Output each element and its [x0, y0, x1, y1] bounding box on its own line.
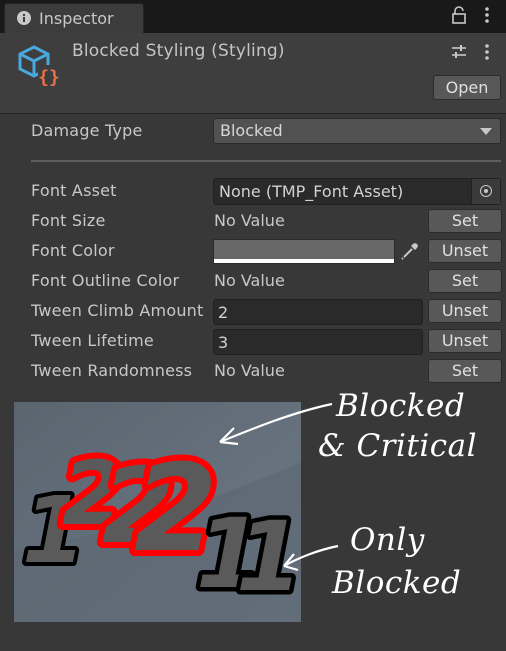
tab-label: Inspector — [39, 9, 114, 28]
damage-type-dropdown[interactable]: Blocked — [213, 118, 501, 144]
annotation-blocked-critical-line2: & Critical — [318, 428, 478, 464]
damage-type-value: Blocked — [220, 121, 283, 140]
font-asset-field[interactable]: None (TMP_Font Asset) — [213, 178, 501, 205]
scriptable-object-icon: {} — [18, 45, 60, 88]
divider — [31, 160, 501, 162]
font-size-label: Font Size — [31, 211, 106, 230]
tween-climb-value: 2 — [218, 303, 229, 322]
asset-header: {} Blocked Styling (Styling) — [0, 33, 506, 114]
annotation-only-blocked-line2: Blocked — [332, 565, 462, 601]
annotation-blocked-critical-line1: Blocked — [336, 388, 466, 424]
tween-lifetime-input[interactable]: 3 — [213, 329, 423, 355]
tab-bar: Inspector — [0, 0, 506, 33]
tween-lifetime-label: Tween Lifetime — [31, 331, 154, 350]
tween-climb-unset-button[interactable]: Unset — [428, 299, 502, 323]
info-icon — [17, 11, 31, 25]
asset-title: Blocked Styling (Styling) — [72, 41, 285, 61]
font-outline-color-value: No Value — [214, 271, 285, 290]
header-tools — [452, 43, 494, 61]
tween-randomness-set-button[interactable]: Set — [428, 359, 502, 383]
kebab-menu-icon[interactable] — [480, 6, 494, 24]
font-color-swatch[interactable] — [213, 239, 395, 264]
tab-tools — [452, 6, 494, 24]
eyedropper-icon[interactable] — [396, 239, 422, 264]
svg-text:{}: {} — [38, 67, 60, 88]
preset-sliders-icon[interactable] — [452, 43, 466, 61]
annotation-only-blocked-line1: Only — [350, 522, 425, 558]
font-asset-value: None (TMP_Font Asset) — [219, 182, 404, 201]
font-size-value: No Value — [214, 211, 285, 230]
lock-icon[interactable] — [452, 6, 466, 24]
tween-randomness-value: No Value — [214, 361, 285, 380]
font-outline-color-set-button[interactable]: Set — [428, 269, 502, 293]
object-picker-icon[interactable] — [471, 179, 500, 204]
tween-climb-label: Tween Climb Amount — [31, 301, 204, 320]
kebab-menu-icon[interactable] — [480, 43, 494, 61]
font-color-label: Font Color — [31, 241, 115, 260]
open-button[interactable]: Open — [433, 75, 501, 100]
font-color-unset-button[interactable]: Unset — [428, 239, 502, 263]
tween-randomness-label: Tween Randomness — [31, 361, 193, 380]
damage-type-label: Damage Type — [31, 121, 143, 140]
tween-climb-input[interactable]: 2 — [213, 299, 423, 325]
tween-lifetime-value: 3 — [218, 333, 229, 352]
font-size-set-button[interactable]: Set — [428, 209, 502, 233]
font-asset-label: Font Asset — [31, 181, 117, 200]
font-outline-color-label: Font Outline Color — [31, 271, 180, 290]
tween-lifetime-unset-button[interactable]: Unset — [428, 329, 502, 353]
tab-inspector[interactable]: Inspector — [4, 3, 144, 33]
chevron-down-icon — [480, 128, 492, 135]
